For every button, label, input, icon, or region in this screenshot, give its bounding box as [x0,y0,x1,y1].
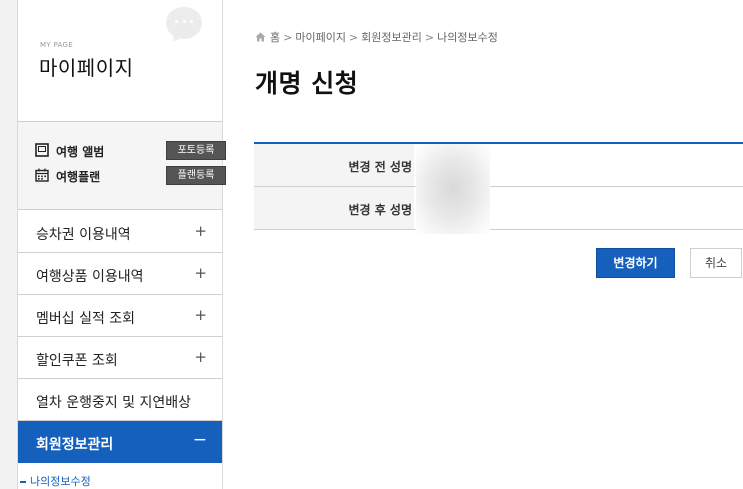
plan-register-button[interactable]: 플랜등록 [166,166,226,185]
menu-train-delay-compensation[interactable]: 열차 운행중지 및 지연배상 [18,379,222,421]
expand-icon[interactable]: + [194,222,207,240]
breadcrumb-member-info[interactable]: 회원정보관리 [361,31,422,44]
breadcrumb-home[interactable]: 홈 [270,31,280,44]
redacted-name-overlay [416,144,490,234]
form-row-new-name: 변경 후 성명 [254,187,743,230]
breadcrumb: 홈 > 마이페이지 > 회원정보관리 > 나의정보수정 [255,29,498,45]
old-name-label: 변경 전 성명 [348,160,412,174]
quick-links: 여행 앨범 포토등록 여행플랜 플랜등록 [18,122,226,210]
breadcrumb-separator-icon: > [348,31,359,44]
breadcrumb-separator-icon: > [424,31,435,44]
breadcrumb-separator-icon: > [283,31,293,44]
submit-change-button[interactable]: 변경하기 [596,248,675,278]
photo-register-button[interactable]: 포토등록 [166,141,226,160]
form-row-old-name: 변경 전 성명 [254,144,743,187]
menu-travel-product-history[interactable]: 여행상품 이용내역 + [18,253,222,295]
sidebar-title: 마이페이지 [39,56,134,80]
breadcrumb-current: 나의정보수정 [437,31,498,44]
menu-membership-performance[interactable]: 멤버십 실적 조회 + [18,295,222,337]
menu-label: 멤버십 실적 조회 [36,311,136,327]
mypage-caption: MY PAGE [40,41,73,49]
menu-label: 열차 운행중지 및 지연배상 [36,395,192,411]
menu-ticket-history[interactable]: 승차권 이용내역 + [18,211,222,253]
submenu-edit-my-info[interactable]: 나의정보수정 [20,473,91,489]
expand-icon[interactable]: + [194,264,207,282]
menu-label: 회원정보관리 [36,437,114,453]
form-label-cell: 변경 전 성명 [254,144,414,186]
left-margin [0,0,17,489]
new-name-label: 변경 후 성명 [348,203,412,217]
page-title: 개명 신청 [255,69,359,98]
expand-icon[interactable]: + [194,348,207,366]
form-label-cell: 변경 후 성명 [254,187,414,229]
cancel-button[interactable]: 취소 [690,248,742,278]
quick-link-plan: 여행플랜 플랜등록 [35,166,226,186]
submenu-label: 나의정보수정 [30,475,91,488]
quick-link-label[interactable]: 여행 앨범 [56,143,104,160]
album-icon [35,143,49,157]
calendar-icon [35,168,49,182]
sidebar-header: MY PAGE 마이페이지 [18,0,222,122]
menu-label: 할인쿠폰 조회 [36,353,118,369]
sidebar: MY PAGE 마이페이지 여행 앨범 포토등록 여행플랜 플랜등록 승차권 이… [17,0,226,489]
name-change-form: 변경 전 성명 변경 후 성명 [254,142,743,230]
menu-label: 여행상품 이용내역 [36,269,144,285]
home-icon[interactable] [255,32,266,42]
quick-link-label[interactable]: 여행플랜 [56,168,100,185]
menu-member-info[interactable]: 회원정보관리 − [18,421,222,463]
menu-coupon-lookup[interactable]: 할인쿠폰 조회 + [18,337,222,379]
chat-bubble-icon [166,7,202,39]
breadcrumb-mypage[interactable]: 마이페이지 [295,31,346,44]
collapse-icon[interactable]: − [193,430,207,450]
quick-link-album: 여행 앨범 포토등록 [35,141,226,161]
expand-icon[interactable]: + [194,306,207,324]
dash-icon [20,481,26,483]
menu-label: 승차권 이용내역 [36,227,131,243]
